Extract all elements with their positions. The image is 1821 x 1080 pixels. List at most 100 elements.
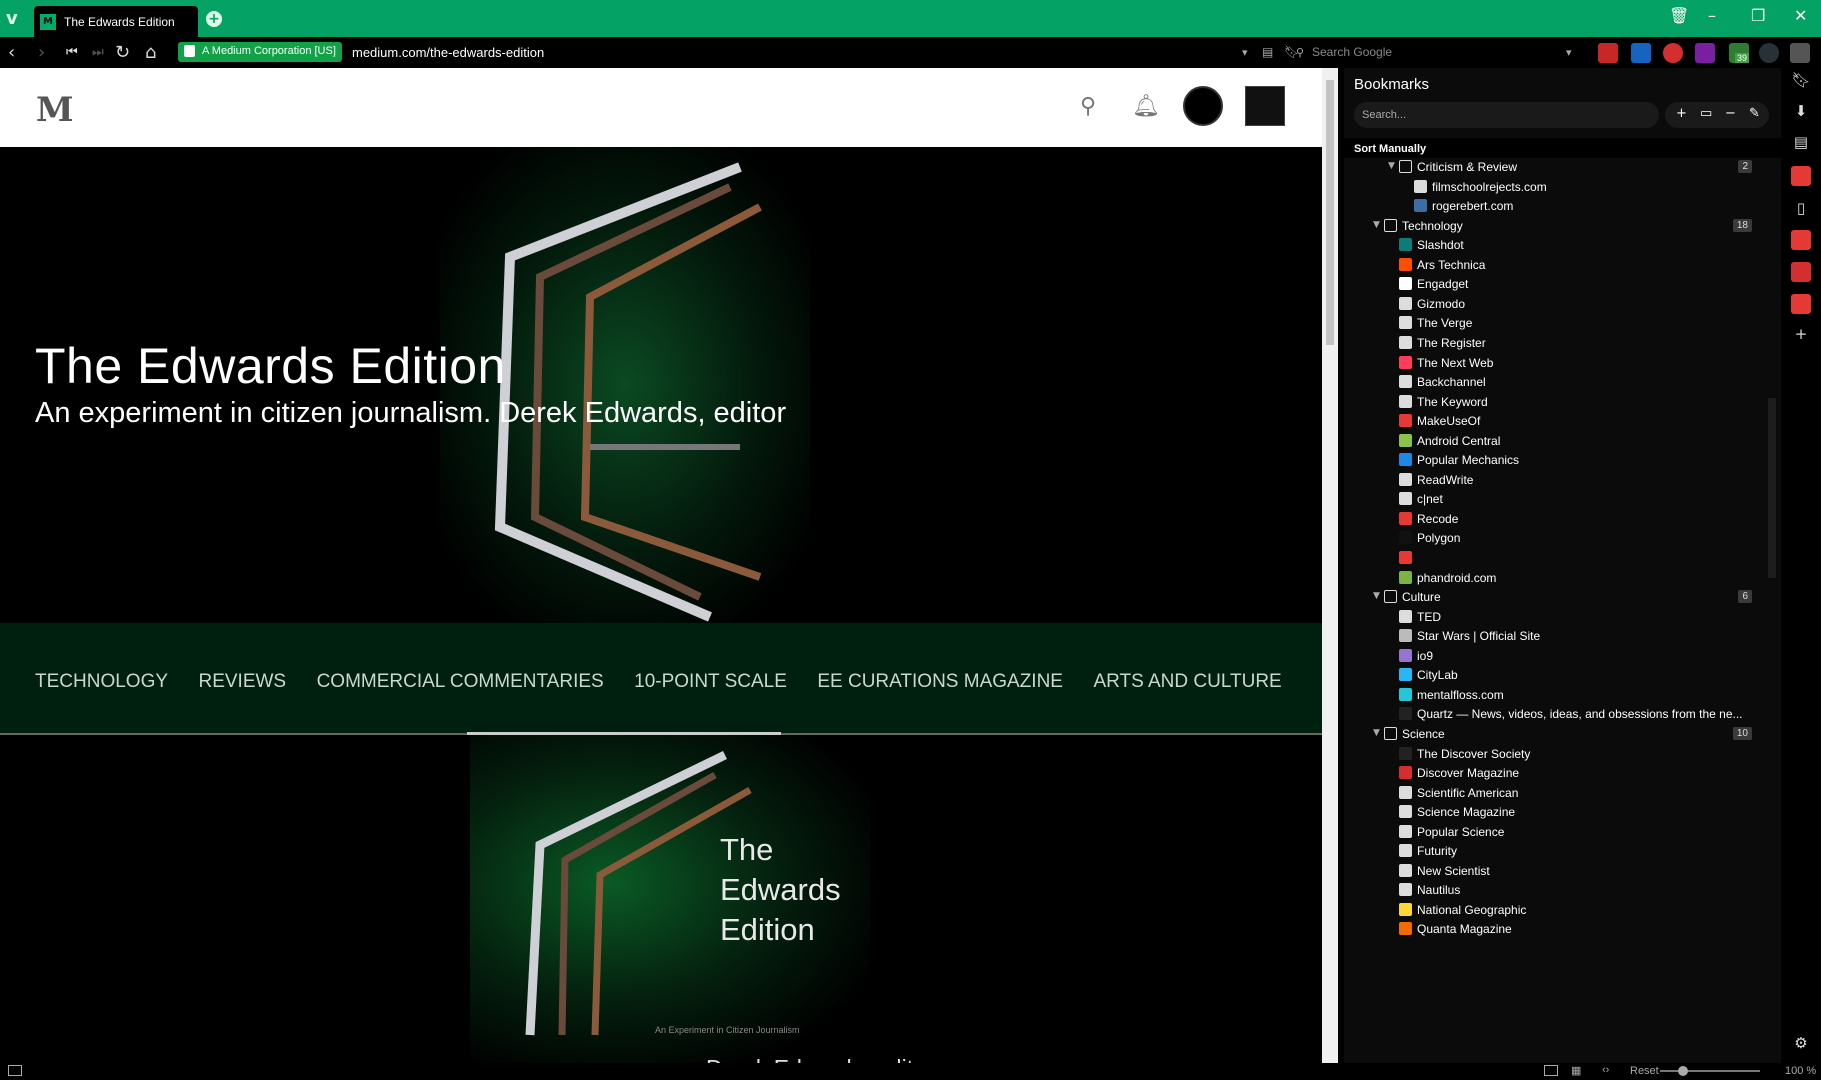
extension-onenote-icon[interactable] xyxy=(1695,43,1715,63)
medium-header: M ⚲ 🔔︎ xyxy=(0,68,1322,147)
pocket-icon[interactable] xyxy=(1791,230,1811,250)
expand-arrow-icon[interactable]: ▼ xyxy=(1373,591,1380,601)
nav-technology[interactable]: TECHNOLOGY xyxy=(35,671,168,693)
bookmark-label: The Verge xyxy=(1417,316,1473,331)
notes-icon[interactable]: ▤ xyxy=(1791,132,1811,152)
edit-bookmark-icon[interactable]: ✎ xyxy=(1749,106,1760,121)
bookmark-label: The Register xyxy=(1417,335,1486,350)
home-icon[interactable]: ⌂ xyxy=(145,42,156,63)
favicon-icon xyxy=(1399,648,1412,662)
bookmark-item[interactable]: Quanta Magazine xyxy=(1344,919,1764,941)
flipboard-icon[interactable] xyxy=(1791,262,1811,282)
bookmark-label: Star Wars | Official Site xyxy=(1417,629,1541,644)
search-field[interactable]: Search Google xyxy=(1312,45,1392,59)
nav-ee-curations-magazine[interactable]: EE CURATIONS MAGAZINE xyxy=(817,671,1063,693)
url-field[interactable]: medium.com/the-edwards-edition xyxy=(352,45,544,60)
feature-image[interactable]: The Edwards Edition An Experiment in Cit… xyxy=(0,735,1322,1063)
bookmark-label: Engadget xyxy=(1417,277,1469,292)
add-web-panel-icon[interactable]: + xyxy=(1791,324,1811,344)
new-tab-button[interactable]: + xyxy=(206,11,222,27)
extension-red-icon[interactable] xyxy=(1598,43,1618,63)
bookmarks-panel-icon[interactable]: 🔖︎ xyxy=(1791,70,1811,90)
reader-icon[interactable]: ▤ xyxy=(1262,45,1273,59)
folder-icon xyxy=(1384,726,1397,740)
bookmark-label: TED xyxy=(1417,609,1441,624)
nav-arts-and-culture[interactable]: ARTS AND CULTURE xyxy=(1093,671,1281,693)
bookmark-label: c|net xyxy=(1417,492,1443,507)
folder-count-badge: 10 xyxy=(1732,726,1752,740)
bookmark-label: National Geographic xyxy=(1417,902,1527,917)
dropdown-icon[interactable]: ▾ xyxy=(1242,46,1248,59)
hero-title: The Edwards Edition xyxy=(35,338,506,394)
site-certificate-badge[interactable]: A Medium Corporation [US] xyxy=(178,42,342,62)
panel-scrollbar[interactable] xyxy=(1768,398,1776,578)
extension-gray-icon[interactable] xyxy=(1790,43,1810,63)
medium-logo-icon[interactable]: M xyxy=(36,90,74,130)
bookmark-label: Culture xyxy=(1402,590,1441,605)
zoom-slider-handle[interactable] xyxy=(1678,1066,1688,1076)
page-scrollbar[interactable] xyxy=(1322,68,1338,1063)
bookmark-label: Technology xyxy=(1402,218,1463,233)
bookmarks-search-input[interactable]: Search... xyxy=(1354,102,1659,128)
favicon-icon xyxy=(1399,531,1412,545)
rewind-icon[interactable]: ⏮ xyxy=(66,45,78,60)
youtube-icon[interactable] xyxy=(1791,294,1811,314)
expand-arrow-icon[interactable]: ▼ xyxy=(1373,220,1380,230)
expand-arrow-icon[interactable]: ▼ xyxy=(1373,728,1380,738)
bookmark-label: Science Magazine xyxy=(1417,805,1516,820)
favicon-icon xyxy=(1414,199,1427,213)
sort-selector[interactable]: Sort Manually xyxy=(1344,138,1781,158)
favicon-icon xyxy=(1399,863,1412,877)
web-panel-doc-icon[interactable]: ▯ xyxy=(1791,198,1811,218)
tab-active[interactable]: M The Edwards Edition xyxy=(34,6,198,37)
avatar[interactable] xyxy=(1183,86,1223,126)
search-dropdown-icon[interactable]: ▾ xyxy=(1566,46,1572,59)
trash-icon[interactable]: 🗑 xyxy=(1669,6,1689,25)
search-icon[interactable]: ⚲ xyxy=(1080,94,1096,119)
reload-icon[interactable]: ↻ xyxy=(115,42,130,63)
add-bookmark-icon[interactable]: + xyxy=(1676,106,1687,121)
web-panel-red-icon[interactable] xyxy=(1791,166,1811,186)
publication-logo[interactable] xyxy=(1245,86,1285,126)
settings-gear-icon[interactable]: ⚙ xyxy=(1791,1033,1811,1053)
images-icon[interactable]: ▦ xyxy=(1571,1064,1581,1077)
fast-forward-icon[interactable]: ⏭ xyxy=(92,45,104,60)
forward-icon[interactable]: › xyxy=(38,42,45,63)
expand-arrow-icon[interactable]: ▼ xyxy=(1388,161,1395,171)
page-scrollbar-thumb[interactable] xyxy=(1326,80,1334,345)
bookmark-label: MakeUseOf xyxy=(1417,414,1481,429)
panel-toggle-icon[interactable] xyxy=(8,1065,22,1076)
nav-10-point-scale[interactable]: 10-POINT SCALE xyxy=(634,671,787,693)
favicon-icon xyxy=(1399,375,1412,389)
extension-green-circle-icon[interactable] xyxy=(1759,43,1779,63)
add-folder-icon[interactable]: ▭ xyxy=(1700,106,1712,121)
favicon-icon xyxy=(1399,844,1412,858)
favicon-icon xyxy=(1399,687,1412,701)
restore-button[interactable]: ❐ xyxy=(1751,6,1765,25)
page-actions-icon[interactable]: ‹› xyxy=(1602,1064,1609,1076)
minimize-button[interactable]: – xyxy=(1708,6,1716,25)
zoom-slider[interactable] xyxy=(1660,1070,1760,1072)
extension-lastpass-icon[interactable] xyxy=(1663,43,1683,63)
back-icon[interactable]: ‹ xyxy=(8,42,15,63)
favicon-icon xyxy=(1399,629,1412,643)
title-bar: v M The Edwards Edition + 🗑 – ❐ ✕ xyxy=(0,0,1821,37)
downloads-icon[interactable]: ⬇ xyxy=(1791,101,1811,121)
tiling-icon[interactable] xyxy=(1544,1065,1558,1076)
favicon-icon xyxy=(1399,414,1412,428)
delete-bookmark-icon[interactable]: − xyxy=(1725,106,1736,121)
extension-blue-icon[interactable] xyxy=(1631,43,1651,63)
bookmark-label: Science xyxy=(1402,726,1445,741)
folder-icon xyxy=(1384,590,1397,604)
favicon-icon xyxy=(1399,805,1412,819)
nav-commercial-commentaries[interactable]: COMMERCIAL COMMENTARIES xyxy=(317,671,604,693)
bell-icon[interactable]: 🔔︎ xyxy=(1132,94,1160,119)
close-window-button[interactable]: ✕ xyxy=(1794,6,1807,25)
bookmark-label: Slashdot xyxy=(1417,238,1464,253)
search-engine-icon[interactable]: ⚲ xyxy=(1296,46,1304,59)
bookmark-label: mentalfloss.com xyxy=(1417,687,1504,702)
zoom-reset-button[interactable]: Reset xyxy=(1630,1065,1659,1077)
favicon-icon xyxy=(1399,766,1412,780)
nav-reviews[interactable]: REVIEWS xyxy=(198,671,286,693)
vivaldi-menu-icon[interactable]: v xyxy=(6,8,24,29)
